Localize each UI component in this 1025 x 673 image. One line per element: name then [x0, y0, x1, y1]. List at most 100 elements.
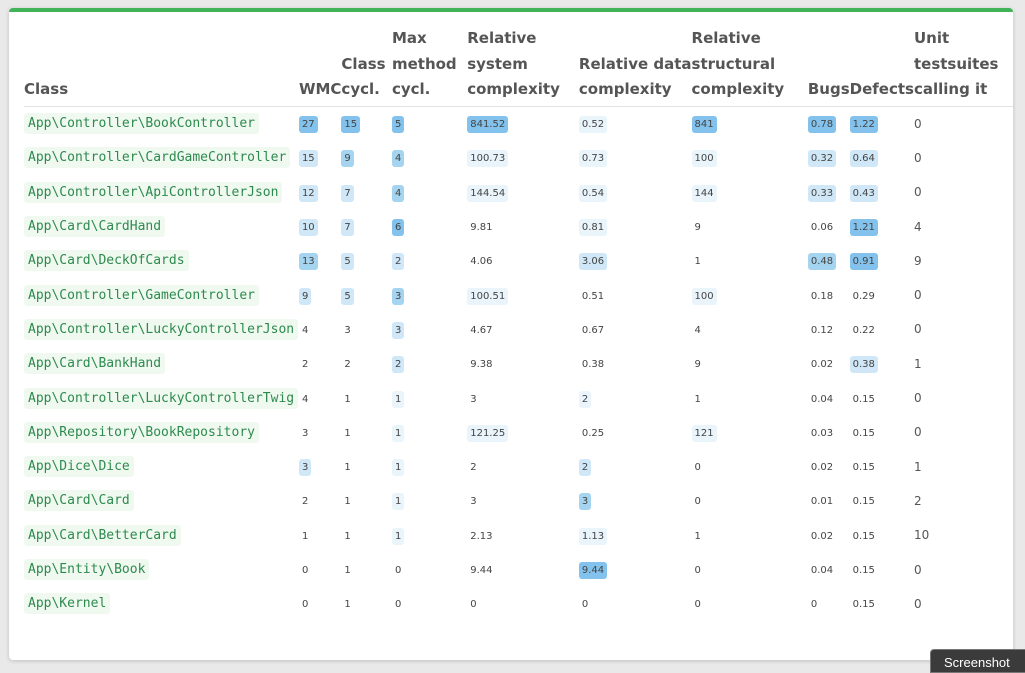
metric-value-badge: 0 [810, 599, 818, 611]
col-header-unit-testsuites[interactable]: Unit testsuites calling it [913, 26, 1013, 107]
metric-value-badge: 0.67 [581, 324, 605, 336]
metric-value-badge: 1 [694, 256, 701, 268]
table-row: App\Controller\GameController 9 5 3 100.51 0.… [24, 278, 1013, 312]
metric-value-badge: 0.54 [578, 184, 608, 202]
max-method-cycl-cell: 4 [391, 175, 467, 209]
relative-structural-complexity-cell: 1 [692, 518, 808, 552]
metric-value-badge: 0.15 [852, 393, 875, 405]
defects-cell: 0.15 [850, 449, 914, 483]
metric-value-badge: 15 [341, 116, 361, 134]
metric-value-badge: 3 [391, 287, 405, 305]
col-header-class-cycl[interactable]: Class cycl. [341, 26, 392, 107]
metric-value-badge: 6 [391, 219, 405, 237]
unit-testsuites-cell: 0 [914, 312, 1013, 346]
table-row: App\Dice\Dice 3 1 1 2 2 0 0.02 0.15 1 [24, 449, 1013, 483]
class-name-link[interactable]: App\Controller\CardGameController [24, 147, 291, 169]
col-header-defects-label: Defects [849, 80, 914, 98]
class-name-link[interactable]: App\Card\Card [24, 490, 134, 512]
metric-value-badge: 1 [694, 530, 701, 542]
metric-value-badge: 9.44 [578, 562, 608, 579]
class-cycl-cell: 3 [341, 312, 392, 346]
bugs-cell: 0.04 [808, 552, 850, 586]
class-name-link[interactable]: App\Controller\BookController [24, 113, 259, 135]
metric-value-badge: 1 [344, 462, 351, 474]
class-name-link[interactable]: App\Card\BankHand [24, 353, 166, 375]
relative-system-complexity-cell: 100.51 [467, 278, 579, 312]
table-row: App\Controller\ApiControllerJson 12 7 4 144.… [24, 175, 1013, 209]
col-header-defects[interactable]: Defects [849, 26, 914, 107]
class-name-link[interactable]: App\Controller\ApiControllerJson [24, 181, 283, 203]
bugs-cell: 0.12 [808, 312, 850, 346]
relative-structural-complexity-cell: 841 [691, 106, 808, 141]
class-name-cell: App\Card\BetterCard [24, 518, 299, 552]
class-name-cell: App\Controller\LuckyControllerJson [24, 312, 299, 346]
metric-value-badge: 0.18 [810, 290, 834, 302]
defects-cell: 0.38 [849, 347, 914, 381]
metric-value-badge: 3 [470, 496, 477, 508]
max-method-cycl-cell: 0 [392, 552, 467, 586]
relative-system-complexity-cell: 9.38 [467, 347, 579, 381]
relative-data-complexity-cell: 0.25 [579, 415, 692, 449]
col-header-class-cycl-line2: cycl. [341, 80, 380, 98]
col-header-relative-data-complexity[interactable]: Relative data complexity [578, 26, 692, 107]
unit-testsuites-cell: 4 [914, 209, 1013, 243]
metric-value-badge: 2 [301, 496, 309, 508]
metric-value-badge: 1 [344, 427, 351, 439]
class-name-link[interactable]: App\Controller\LuckyControllerTwig [24, 387, 299, 409]
class-cycl-cell: 1 [341, 381, 392, 415]
unit-testsuites-cell: 1 [914, 449, 1013, 483]
metric-value-badge: 1 [391, 527, 405, 545]
class-name-link[interactable]: App\Kernel [24, 593, 111, 615]
wmc-cell: 4 [299, 381, 341, 415]
class-name-cell: App\Kernel [24, 587, 299, 621]
metric-value-badge: 121.25 [467, 424, 509, 442]
col-header-unit-line3: calling it [913, 80, 988, 98]
metric-value-badge: 2 [301, 359, 309, 371]
metric-value-badge: 100.51 [467, 287, 509, 305]
screenshot-button[interactable]: Screenshot [930, 649, 1025, 673]
metric-value-badge: 9 [694, 222, 701, 234]
relative-structural-complexity-cell: 100 [691, 278, 808, 312]
col-header-relative-structural-complexity[interactable]: Relative structural complexity [691, 26, 808, 107]
unit-testsuites-cell: 0 [914, 587, 1013, 621]
metric-value-badge: 100.73 [467, 150, 509, 168]
class-name-link[interactable]: App\Controller\GameController [24, 284, 259, 306]
bugs-cell: 0.78 [807, 106, 850, 141]
unit-testsuites-value: 0 [913, 425, 922, 440]
relative-structural-complexity-cell: 0 [692, 484, 808, 518]
class-name-link[interactable]: App\Card\CardHand [24, 216, 166, 238]
class-name-link[interactable]: App\Repository\BookRepository [24, 421, 259, 443]
col-header-wmc[interactable]: WMC [298, 26, 342, 107]
col-header-class[interactable]: Class [24, 26, 299, 107]
metric-value-badge: 100 [691, 287, 717, 305]
metric-value-badge: 2.13 [470, 530, 493, 542]
defects-cell: 1.21 [849, 209, 914, 243]
col-header-bugs[interactable]: Bugs [807, 26, 850, 107]
wmc-cell: 10 [298, 209, 341, 243]
class-name-link[interactable]: App\Card\BetterCard [24, 524, 181, 546]
bugs-cell: 0.18 [808, 278, 850, 312]
class-name-link[interactable]: App\Dice\Dice [24, 456, 134, 478]
col-header-max-method-cycl[interactable]: Max method cycl. [391, 26, 468, 107]
metric-value-badge: 2 [578, 459, 592, 477]
col-header-max-line2: method [391, 54, 457, 73]
class-cycl-cell: 1 [341, 415, 392, 449]
class-name-link[interactable]: App\Card\DeckOfCards [24, 250, 189, 272]
bugs-cell: 0.06 [808, 209, 850, 243]
metric-value-badge: 9 [694, 359, 701, 371]
class-name-cell: App\Card\CardHand [24, 209, 299, 243]
unit-testsuites-value: 10 [913, 528, 930, 543]
metric-value-badge: 1.22 [849, 116, 878, 134]
metric-value-badge: 1 [301, 530, 309, 542]
relative-system-complexity-cell: 2.13 [467, 518, 579, 552]
metric-value-badge: 4.67 [470, 324, 493, 336]
metric-value-badge: 15 [298, 150, 318, 168]
max-method-cycl-cell: 1 [391, 518, 467, 552]
col-header-relative-system-complexity[interactable]: Relative system complexity [467, 26, 579, 107]
metric-value-badge: 1.13 [578, 527, 608, 545]
col-header-sys-line2: system [467, 54, 528, 73]
class-name-link[interactable]: App\Entity\Book [24, 559, 150, 580]
class-name-link[interactable]: App\Controller\LuckyControllerJson [24, 318, 299, 340]
metric-value-badge: 1 [391, 459, 405, 477]
metric-value-badge: 3 [391, 321, 405, 339]
